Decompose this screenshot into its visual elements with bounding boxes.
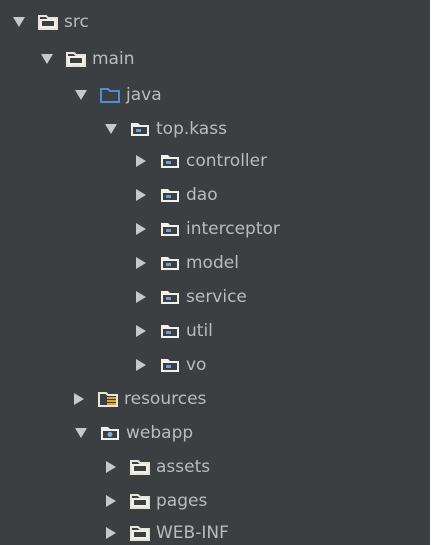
expanded-arrow-icon[interactable] xyxy=(104,122,118,136)
folder-icon xyxy=(130,458,150,476)
collapsed-arrow-icon[interactable] xyxy=(134,324,148,338)
collapsed-arrow-icon[interactable] xyxy=(104,526,118,540)
tree-node-label: service xyxy=(186,287,247,307)
expanded-arrow-icon[interactable] xyxy=(40,52,54,66)
collapsed-arrow-icon[interactable] xyxy=(134,222,148,236)
tree-node-label: top.kass xyxy=(156,119,227,139)
tree-node-label: assets xyxy=(156,457,211,477)
collapsed-arrow-icon[interactable] xyxy=(104,460,118,474)
collapsed-arrow-icon[interactable] xyxy=(134,188,148,202)
tree-node-label: main xyxy=(92,49,135,69)
package-folder-icon xyxy=(160,220,180,238)
tree-node-label: resources xyxy=(124,389,207,409)
tree-node-service[interactable]: service xyxy=(134,282,247,312)
tree-node-main[interactable]: main xyxy=(40,44,134,74)
tree-node-controller[interactable]: controller xyxy=(134,146,267,176)
tree-node-web-inf[interactable]: WEB-INF xyxy=(104,518,229,545)
collapsed-arrow-icon[interactable] xyxy=(104,494,118,508)
web-folder-icon xyxy=(100,424,120,442)
collapsed-arrow-icon[interactable] xyxy=(134,256,148,270)
tree-node-label: interceptor xyxy=(186,219,280,239)
tree-node-model[interactable]: model xyxy=(134,248,239,278)
project-tree-panel: src main java top.kass controller dao in… xyxy=(0,0,430,545)
package-folder-icon xyxy=(160,254,180,272)
collapsed-arrow-icon[interactable] xyxy=(72,392,86,406)
package-folder-icon xyxy=(160,356,180,374)
tree-node-interceptor[interactable]: interceptor xyxy=(134,214,280,244)
resources-folder-icon xyxy=(98,390,118,408)
collapsed-arrow-icon[interactable] xyxy=(134,154,148,168)
tree-node-src[interactable]: src xyxy=(12,7,89,37)
collapsed-arrow-icon[interactable] xyxy=(134,290,148,304)
tree-node-pages[interactable]: pages xyxy=(104,486,207,516)
expanded-arrow-icon[interactable] xyxy=(74,88,88,102)
folder-icon xyxy=(66,50,86,68)
expanded-arrow-icon[interactable] xyxy=(12,15,26,29)
folder-icon xyxy=(130,492,150,510)
folder-icon xyxy=(130,524,150,542)
tree-node-resources[interactable]: resources xyxy=(72,384,206,414)
tree-node-label: model xyxy=(186,253,239,273)
tree-node-assets[interactable]: assets xyxy=(104,452,210,482)
tree-node-label: pages xyxy=(156,491,208,511)
tree-node-label: controller xyxy=(186,151,268,171)
tree-node-vo[interactable]: vo xyxy=(134,350,206,380)
tree-node-webapp[interactable]: webapp xyxy=(74,418,193,448)
tree-node-label: vo xyxy=(186,355,207,375)
tree-node-label: dao xyxy=(186,185,218,205)
package-folder-icon xyxy=(160,288,180,306)
tree-node-util[interactable]: util xyxy=(134,316,213,346)
tree-node-label: WEB-INF xyxy=(156,523,229,543)
package-folder-icon xyxy=(160,186,180,204)
collapsed-arrow-icon[interactable] xyxy=(134,358,148,372)
source-folder-icon xyxy=(100,86,120,104)
package-folder-icon xyxy=(130,120,150,138)
tree-node-java[interactable]: java xyxy=(74,80,162,110)
tree-node-label: src xyxy=(64,12,89,32)
package-folder-icon xyxy=(160,322,180,340)
folder-icon xyxy=(38,13,58,31)
tree-node-label: webapp xyxy=(126,423,194,443)
tree-node-dao[interactable]: dao xyxy=(134,180,218,210)
tree-node-label: java xyxy=(126,85,162,105)
expanded-arrow-icon[interactable] xyxy=(74,426,88,440)
package-folder-icon xyxy=(160,152,180,170)
tree-node-top-kass[interactable]: top.kass xyxy=(104,114,227,144)
tree-node-label: util xyxy=(186,321,213,341)
